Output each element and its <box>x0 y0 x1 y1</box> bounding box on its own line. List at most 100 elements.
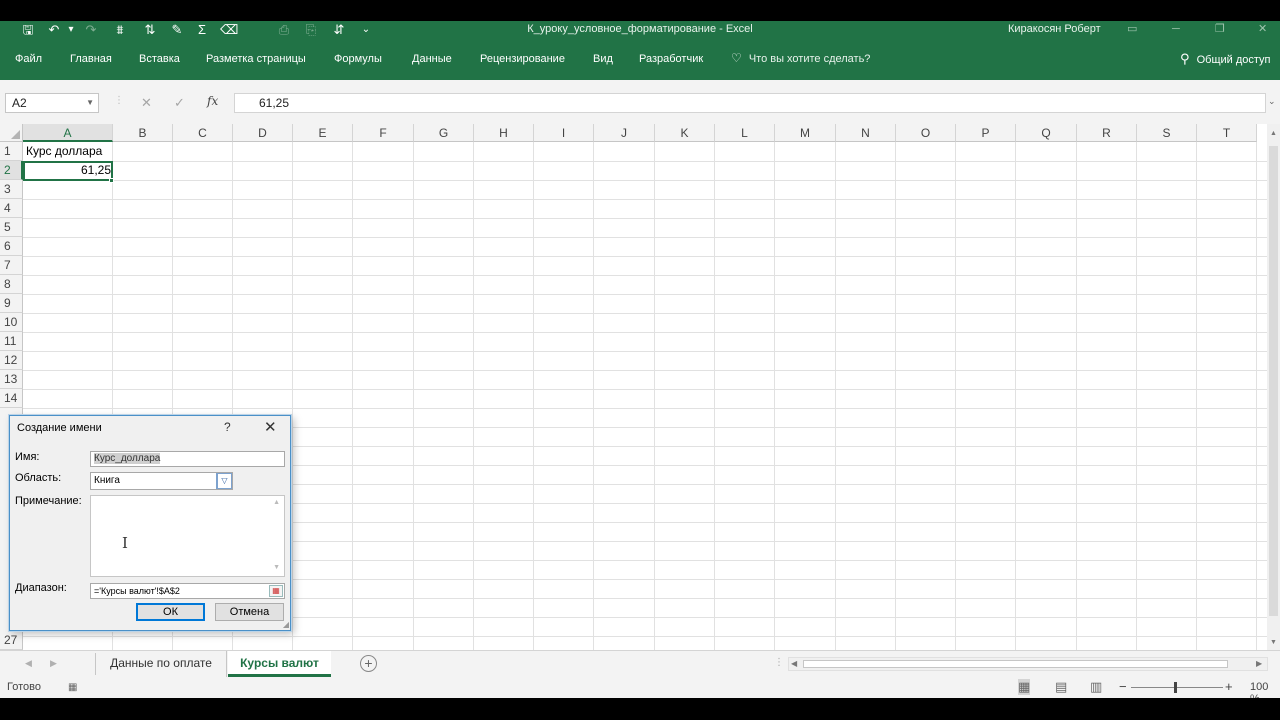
row-header-4[interactable]: 4 <box>0 199 23 218</box>
chevron-down-icon[interactable]: ▼ <box>86 94 94 112</box>
scroll-down-icon[interactable]: ▼ <box>273 564 280 571</box>
scroll-left-icon[interactable]: ◀ <box>791 658 797 670</box>
zoom-slider-track[interactable] <box>1131 687 1223 688</box>
prev-sheet-icon[interactable]: ◀ <box>25 658 32 669</box>
row-header-1[interactable]: 1 <box>0 142 23 161</box>
range-label: Диапазон: <box>15 582 67 594</box>
lightbulb-icon: ♡ <box>731 51 742 65</box>
sheet-tab-payments[interactable]: Данные по оплате <box>96 651 227 677</box>
add-sheet-button[interactable]: + <box>360 655 377 672</box>
column-header-g[interactable]: G <box>414 124 474 142</box>
scroll-down-icon[interactable]: ▼ <box>1270 639 1277 646</box>
tab-insert[interactable]: Вставка <box>139 53 180 65</box>
row-header-13[interactable]: 13 <box>0 370 23 389</box>
chevron-down-icon[interactable]: ▽ <box>216 473 232 489</box>
column-header-s[interactable]: S <box>1137 124 1197 142</box>
row-header-27[interactable]: 27 <box>0 631 23 650</box>
expand-formula-icon[interactable]: ⌄ <box>1268 96 1276 107</box>
row-header-7[interactable]: 7 <box>0 256 23 275</box>
column-header-j[interactable]: J <box>594 124 655 142</box>
row-header-14[interactable]: 14 <box>0 389 23 408</box>
column-header-k[interactable]: K <box>655 124 715 142</box>
tab-home[interactable]: Главная <box>70 53 112 65</box>
scroll-up-icon[interactable]: ▲ <box>1270 130 1277 137</box>
page-break-view-icon[interactable]: ▥ <box>1090 679 1102 695</box>
column-header-p[interactable]: P <box>956 124 1016 142</box>
help-icon[interactable]: ? <box>224 420 231 434</box>
share-button[interactable]: ⚲ Общий доступ <box>1180 51 1271 67</box>
gridline <box>23 199 1267 200</box>
scope-select[interactable]: Книга ▽ <box>90 472 233 490</box>
range-picker-icon[interactable]: ▦ <box>269 585 283 597</box>
column-header-o[interactable]: O <box>896 124 956 142</box>
tab-file[interactable]: Файл <box>15 53 42 65</box>
fill-handle[interactable] <box>109 178 114 183</box>
confirm-edit-icon[interactable]: ✓ <box>174 95 185 111</box>
zoom-in-icon[interactable]: + <box>1225 679 1233 694</box>
column-header-r[interactable]: R <box>1077 124 1137 142</box>
zoom-slider-thumb[interactable] <box>1174 682 1177 693</box>
row-header-5[interactable]: 5 <box>0 218 23 237</box>
cell-a1[interactable]: Курс доллара <box>26 142 102 161</box>
resize-grip-icon[interactable]: ◢ <box>283 621 289 629</box>
column-header-l[interactable]: L <box>715 124 775 142</box>
cancel-button[interactable]: Отмена <box>215 603 284 621</box>
column-header-f[interactable]: F <box>353 124 414 142</box>
row-header-9[interactable]: 9 <box>0 294 23 313</box>
ok-button[interactable]: ОК <box>136 603 205 621</box>
row-header-2[interactable]: 2 <box>0 161 23 180</box>
horizontal-scroll-thumb[interactable] <box>803 660 1228 668</box>
row-header-10[interactable]: 10 <box>0 313 23 332</box>
normal-view-icon[interactable]: ▦ <box>1018 679 1031 695</box>
name-box-value: A2 <box>12 96 27 110</box>
column-header-i[interactable]: I <box>534 124 594 142</box>
zoom-out-icon[interactable]: − <box>1119 679 1127 694</box>
page-layout-view-icon[interactable]: ▤ <box>1055 679 1067 695</box>
row-header-12[interactable]: 12 <box>0 351 23 370</box>
row-header-6[interactable]: 6 <box>0 237 23 256</box>
row-header-11[interactable]: 11 <box>0 332 23 351</box>
formula-input[interactable]: 61,25 <box>234 93 1266 113</box>
tab-developer[interactable]: Разработчик <box>639 53 703 65</box>
insert-function-icon[interactable]: fx <box>207 94 218 108</box>
comment-textarea[interactable]: ▲ ▼ <box>90 495 285 577</box>
close-window-icon[interactable]: ✕ <box>1258 21 1267 38</box>
scroll-right-icon[interactable]: ▶ <box>1256 658 1262 670</box>
column-header-n[interactable]: N <box>836 124 896 142</box>
name-box[interactable]: A2 ▼ <box>5 93 99 113</box>
column-header-q[interactable]: Q <box>1016 124 1077 142</box>
column-header-t[interactable]: T <box>1197 124 1257 142</box>
next-sheet-icon[interactable]: ▶ <box>50 658 57 669</box>
row-header-8[interactable]: 8 <box>0 275 23 294</box>
column-header-e[interactable]: E <box>293 124 353 142</box>
tell-me-search[interactable]: ♡ Что вы хотите сделать? <box>731 51 870 65</box>
horizontal-scrollbar[interactable]: ◀ ▶ <box>788 657 1268 671</box>
ribbon-display-icon[interactable]: ▭ <box>1127 21 1137 38</box>
vertical-scroll-thumb[interactable] <box>1269 146 1278 616</box>
column-header-h[interactable]: H <box>474 124 534 142</box>
grip-dots-icon[interactable]: ⋮ <box>774 657 784 668</box>
cancel-edit-icon[interactable]: ✕ <box>141 95 152 111</box>
column-header-c[interactable]: C <box>173 124 233 142</box>
column-header-a[interactable]: A <box>23 124 113 142</box>
sheet-tab-currency-rates[interactable]: Курсы валют <box>228 651 331 677</box>
select-all-corner[interactable] <box>0 124 23 142</box>
tab-data[interactable]: Данные <box>412 53 452 65</box>
scroll-up-icon[interactable]: ▲ <box>273 499 280 506</box>
tab-view[interactable]: Вид <box>593 53 613 65</box>
name-field[interactable]: Курс_доллара <box>90 451 285 467</box>
range-field[interactable]: ='Курсы валют'!$A$2 ▦ <box>90 583 285 599</box>
vertical-scrollbar[interactable]: ▲ ▼ <box>1267 124 1280 650</box>
column-header-d[interactable]: D <box>233 124 293 142</box>
close-icon[interactable]: ✕ <box>264 418 277 436</box>
tab-review[interactable]: Рецензирование <box>480 53 565 65</box>
column-header-m[interactable]: M <box>775 124 836 142</box>
macro-record-icon[interactable]: ▦ <box>68 682 77 693</box>
row-header-3[interactable]: 3 <box>0 180 23 199</box>
column-header-b[interactable]: B <box>113 124 173 142</box>
restore-icon[interactable]: ❐ <box>1215 21 1225 38</box>
tab-formulas[interactable]: Формулы <box>334 53 382 65</box>
user-name[interactable]: Киракосян Роберт <box>1008 21 1101 38</box>
tab-page-layout[interactable]: Разметка страницы <box>206 53 306 65</box>
minimize-icon[interactable]: ─ <box>1172 21 1180 38</box>
